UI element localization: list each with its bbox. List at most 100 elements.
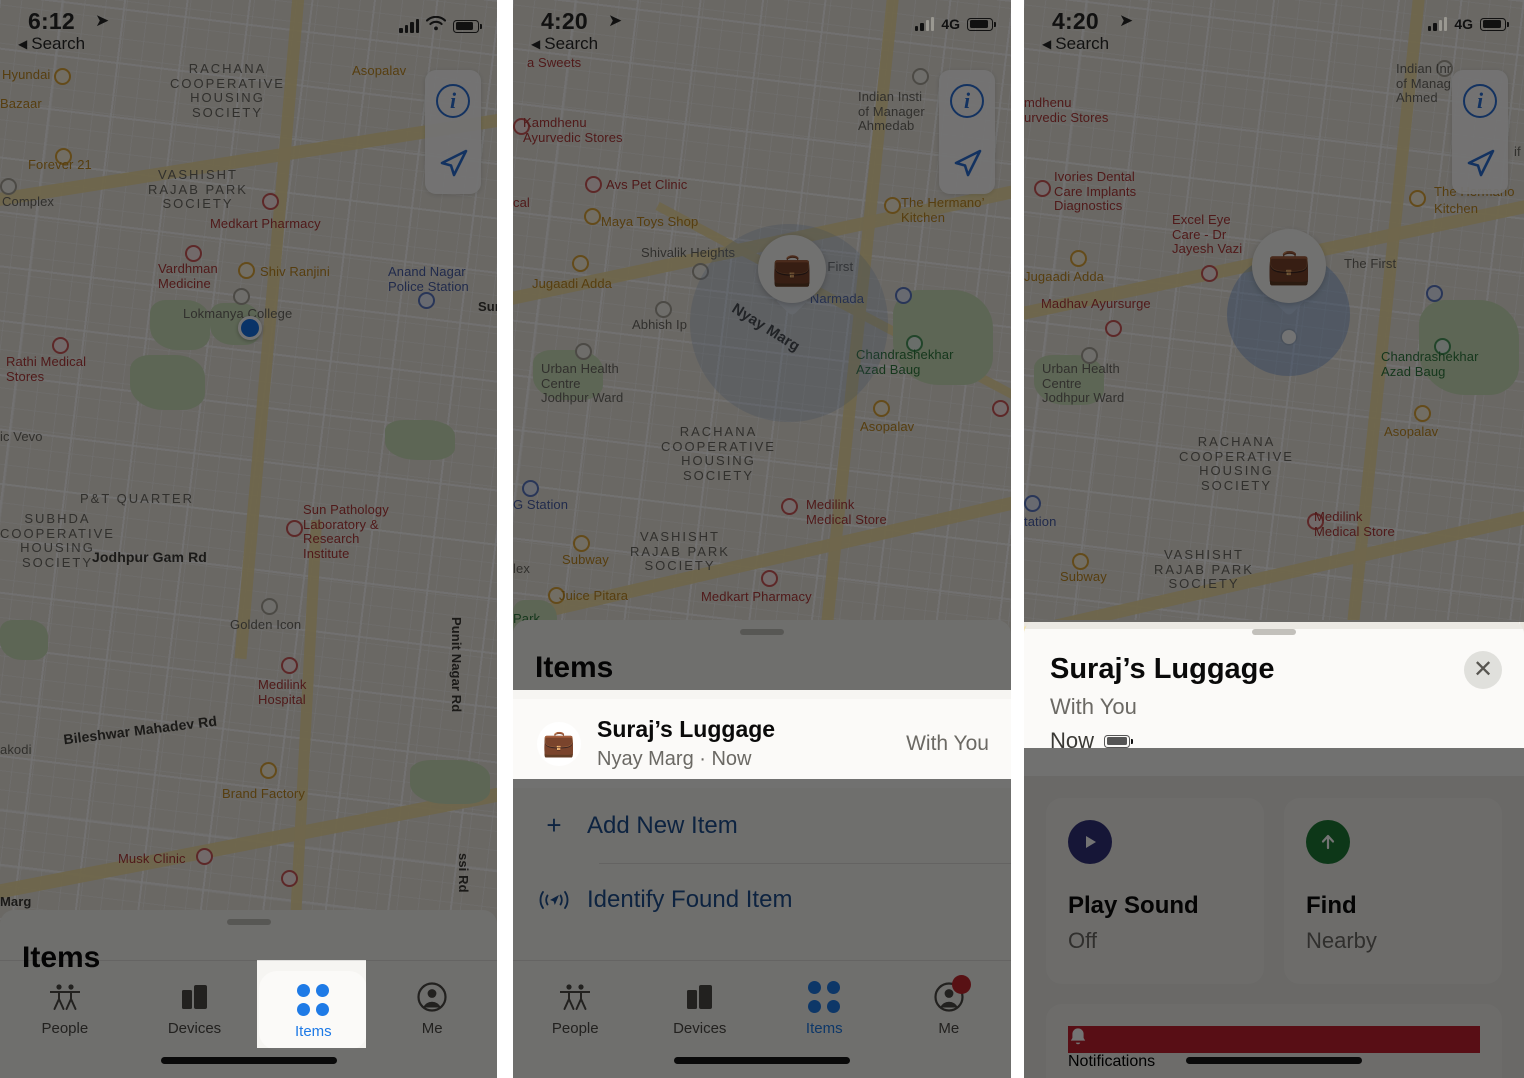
map-label: Rathi Medical Stores: [6, 354, 87, 384]
tab-label: People: [41, 1020, 89, 1037]
tab-devices[interactable]: Devices: [130, 971, 260, 1043]
play-icon: [1068, 820, 1112, 864]
map-locate-button[interactable]: [939, 132, 995, 194]
map-label: Punit Nagar Rd: [449, 617, 464, 713]
map-poi-dot[interactable]: [0, 178, 17, 195]
bell-icon: [1068, 1026, 1480, 1053]
map-green-area: [410, 760, 490, 804]
notification-badge: [951, 975, 971, 994]
plus-icon: +: [546, 810, 562, 840]
map-green-area: [0, 620, 48, 660]
item-point-dot: [1282, 330, 1296, 344]
map-info-button[interactable]: i: [939, 70, 995, 132]
battery-icon: [453, 19, 482, 33]
map-poi-dot[interactable]: [52, 337, 69, 354]
map-locate-button[interactable]: [1452, 132, 1508, 194]
map-green-area: [130, 355, 205, 410]
back-to-search-link[interactable]: ◀ Search: [531, 34, 598, 54]
map-label: Jodhpur Gam Rd: [92, 549, 207, 565]
map-poi-dot[interactable]: [418, 292, 435, 309]
battery-icon: [967, 17, 996, 31]
map-label: Anand Nagar Police Station: [388, 264, 469, 294]
tab-me[interactable]: Me: [887, 971, 1012, 1043]
map-poi-dot[interactable]: [286, 520, 303, 537]
map-controls-3: i: [1452, 70, 1508, 194]
luggage-icon: 💼: [537, 721, 581, 766]
add-new-item-button[interactable]: + Add New Item: [513, 788, 1011, 863]
map-poi-dot[interactable]: [262, 193, 279, 210]
map-label: Sun Pathology Laboratory & Research Inst…: [303, 502, 389, 561]
tab-devices[interactable]: Devices: [638, 971, 763, 1043]
tab-label: Items: [805, 1020, 843, 1037]
item-map-pin[interactable]: 💼: [758, 235, 826, 303]
tab-items[interactable]: Items: [762, 971, 887, 1043]
back-label: Search: [1055, 34, 1110, 53]
map-label: Lokmanya College: [183, 306, 293, 321]
find-card[interactable]: Find Nearby: [1284, 798, 1502, 984]
status-bar-2: 4:20 ➤ 4G ◀ Search: [513, 0, 1011, 58]
map-poi-dot[interactable]: [281, 657, 298, 674]
map-poi-dot[interactable]: [196, 848, 213, 865]
identify-icon: [539, 888, 569, 912]
status-indicators: 4G: [914, 16, 996, 32]
status-bar-1: 6:12 ➤ ◀ Search: [0, 0, 497, 58]
detail-item-time: Now: [1050, 728, 1095, 753]
map-green-area: [385, 420, 455, 460]
panel-gap: [497, 0, 513, 1078]
location-arrow-icon: ➤: [1119, 11, 1134, 30]
panel-items-sheet: a Sweets Kamdhenu Ayurvedic Stores Indian …: [513, 0, 1011, 1078]
map-controls-1: i: [425, 70, 481, 194]
map-label: VASHISHT RAJAB PARK SOCIETY: [148, 167, 248, 212]
identify-found-item-button[interactable]: Identify Found Item: [513, 864, 1011, 936]
card-value: Off: [1068, 928, 1097, 953]
devices-icon: [180, 980, 210, 1014]
battery-icon: [1480, 17, 1509, 31]
map-info-button[interactable]: i: [1452, 70, 1508, 132]
map-info-button[interactable]: i: [425, 70, 481, 132]
user-location-dot: [238, 316, 262, 340]
items-icon: [808, 980, 841, 1014]
item-map-pin[interactable]: 💼: [1252, 229, 1326, 303]
arrow-up-icon: [1306, 820, 1350, 864]
item-row-suraj-luggage[interactable]: 💼 Suraj’s Luggage Nyay Marg · Now With Y…: [513, 699, 1011, 788]
map-label: RACHANA COOPERATIVE HOUSING SOCIETY: [170, 61, 285, 120]
panel-item-detail: mdhenu urvedic Stores Indian Inr of Manag…: [1024, 0, 1524, 1078]
wifi-icon: [425, 15, 447, 36]
back-to-search-link[interactable]: ◀ Search: [1042, 34, 1109, 54]
map-controls-2: i: [939, 70, 995, 194]
card-title: Play Sound: [1068, 892, 1199, 919]
signal-icon: [914, 17, 935, 31]
close-icon: ✕: [1472, 656, 1494, 683]
detail-item-status: With You: [1050, 694, 1137, 719]
map-locate-button[interactable]: [425, 132, 481, 194]
map-label: Medilink Hospital: [258, 677, 307, 707]
tab-items[interactable]: Items: [259, 971, 368, 1050]
map-poi-dot[interactable]: [281, 870, 298, 887]
tab-label: Devices: [167, 1020, 222, 1037]
status-time: 6:12: [28, 8, 75, 34]
map-label: ssi Rd: [456, 853, 471, 893]
me-icon: [417, 980, 447, 1014]
map-poi-dot[interactable]: [54, 68, 71, 85]
tab-people[interactable]: People: [0, 971, 130, 1043]
map-poi-dot[interactable]: [260, 762, 277, 779]
notifications-card[interactable]: Notifications: [1046, 1004, 1502, 1078]
back-label: Search: [31, 34, 86, 53]
map-label: Forever 21: [28, 157, 92, 172]
close-button[interactable]: ✕: [1464, 651, 1502, 689]
network-type-label: 4G: [941, 16, 960, 32]
card-value: Nearby: [1306, 928, 1377, 953]
map-label: Hyundai: [2, 67, 51, 82]
tab-people[interactable]: People: [513, 971, 638, 1043]
play-sound-card[interactable]: Play Sound Off: [1046, 798, 1264, 984]
map-label: Marg: [0, 894, 32, 909]
item-battery-icon: [1104, 734, 1134, 748]
tab-me[interactable]: Me: [367, 971, 497, 1043]
status-time: 4:20: [1052, 8, 1099, 34]
back-arrow-icon: ◀: [18, 37, 28, 51]
map-poi-dot[interactable]: [233, 288, 250, 305]
map-poi-dot[interactable]: [185, 245, 202, 262]
map-poi-dot[interactable]: [261, 598, 278, 615]
back-to-search-link[interactable]: ◀ Search: [18, 34, 85, 54]
map-poi-dot[interactable]: [238, 262, 255, 279]
